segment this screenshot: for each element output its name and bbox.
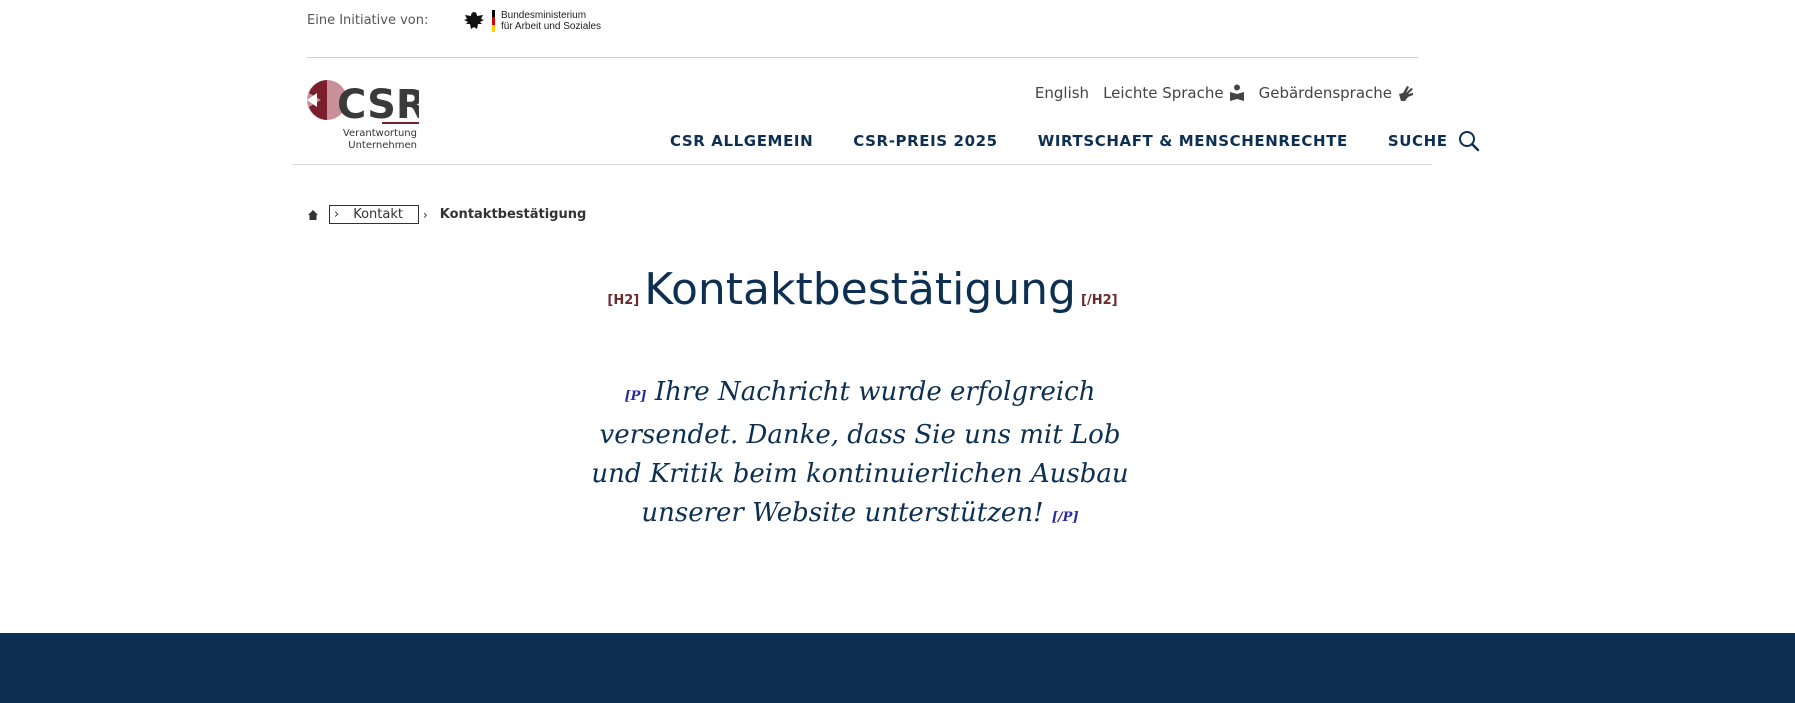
page-title: Kontaktbestätigung [644, 264, 1076, 315]
breadcrumb-kontakt[interactable]: › Kontakt [329, 205, 419, 224]
csr-logo-text: CSR [337, 82, 419, 127]
ministry-name-line2: für Arbeit und Soziales [501, 21, 602, 32]
main-nav: CSR ALLGEMEIN CSR-PREIS 2025 WIRTSCHAFT … [670, 130, 1480, 152]
english-link[interactable]: English [1035, 84, 1089, 102]
breadcrumb-current: Kontaktbestätigung [439, 207, 587, 222]
h2-open-tag: [H2] [607, 293, 640, 308]
p-open-tag: [P] [624, 389, 647, 404]
initiative-label: Eine Initiative von: [307, 13, 429, 28]
german-flag-icon [492, 10, 495, 32]
p-close-tag: [/P] [1051, 510, 1079, 525]
sign-language-link[interactable]: Gebärdensprache [1259, 84, 1415, 102]
h2-close-tag: [/H2] [1081, 293, 1118, 308]
nav-csr-preis[interactable]: CSR-PREIS 2025 [853, 132, 997, 150]
csr-logo-subtitle: Verantwortung Unternehmen [342, 128, 417, 151]
service-nav: English Leichte Sprache Gebärdensprache [1035, 84, 1415, 102]
eagle-icon [464, 12, 484, 29]
sign-language-icon [1399, 86, 1413, 101]
nav-wirtschaft-menschenrechte[interactable]: WIRTSCHAFT & MENSCHENRECHTE [1038, 132, 1348, 150]
chevron-right-icon: › [422, 207, 428, 222]
easy-language-icon [1229, 84, 1244, 101]
chevron-right-icon: › [334, 207, 340, 222]
header-divider [292, 164, 1432, 165]
confirmation-message: [P] Ihre Nachricht wurde erfolgreich ver… [580, 373, 1140, 537]
top-divider [307, 57, 1418, 58]
csr-logo-mark: CSR [307, 80, 427, 128]
breadcrumb: › Kontakt › Kontaktbestätigung [307, 205, 586, 224]
home-icon[interactable] [307, 209, 319, 221]
page-heading: [H2] Kontaktbestätigung [/H2] [0, 264, 1725, 315]
nav-csr-allgemein[interactable]: CSR ALLGEMEIN [670, 132, 813, 150]
search-icon[interactable] [1458, 130, 1480, 152]
footer [0, 633, 1795, 703]
ministry-name-line1: Bundesministerium [501, 10, 587, 21]
ministry-logo[interactable]: Bundesministerium für Arbeit und Soziale… [462, 9, 601, 33]
nav-search[interactable]: SUCHE [1388, 132, 1448, 150]
confirmation-text: Ihre Nachricht wurde erfolgreich versend… [591, 377, 1129, 528]
easy-language-link[interactable]: Leichte Sprache [1103, 84, 1245, 102]
